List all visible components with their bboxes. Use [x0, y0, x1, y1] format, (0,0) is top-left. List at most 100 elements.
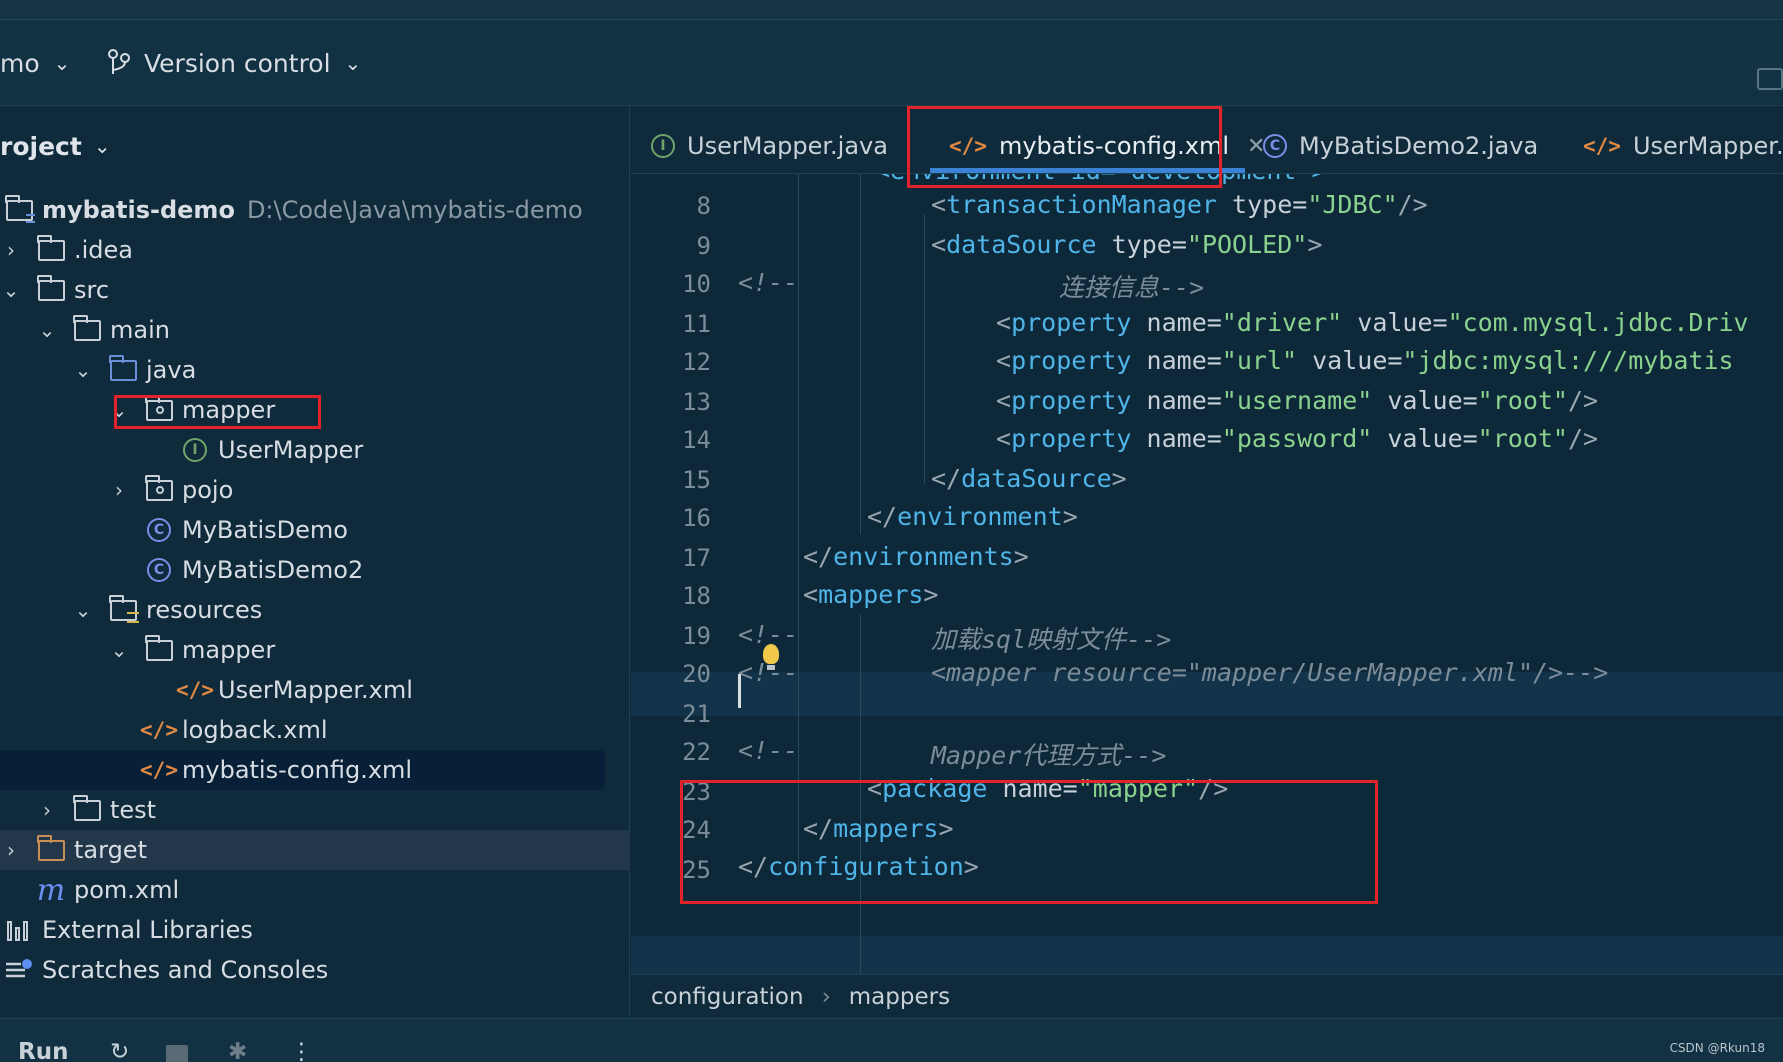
folder-icon [72, 314, 102, 343]
project-tree: mybatis-demo D:\Code\Java\mybatis-demo ›… [0, 190, 630, 990]
code-line-20-comment: <mapper resource="mapper/UserMapper.xml"… [931, 658, 1609, 687]
tree-item-java[interactable]: ⌄ java [0, 350, 630, 390]
tab-label: UserMapper.xn [1632, 132, 1783, 160]
class-icon: C [144, 557, 174, 583]
line-number: 20 [682, 660, 711, 688]
tree-item-src[interactable]: ⌄ src [0, 270, 630, 310]
chevron-right-icon[interactable]: › [0, 238, 22, 262]
chevron-down-icon[interactable]: ⌄ [108, 638, 130, 662]
tree-item-usermapper-xml[interactable]: </> UserMapper.xml [0, 670, 630, 710]
debug-icon[interactable]: ✱ [228, 1039, 247, 1062]
line-number: 8 [696, 192, 711, 220]
tab-label: UserMapper.java [687, 132, 888, 160]
tree-item-mybatis-config-xml[interactable]: </> mybatis-config.xml [0, 750, 605, 790]
tree-item-resources[interactable]: ⌄ resources [0, 590, 630, 630]
folder-icon [72, 794, 102, 823]
folder-icon [144, 634, 174, 663]
code-line-10-comment: 连接信息--> [1059, 273, 1205, 302]
tree-item-label: UserMapper [218, 436, 364, 464]
code-line-11: <property name="driver" value="com.mysql… [996, 308, 1749, 337]
tree-item-label: mybatis-config.xml [182, 756, 413, 784]
tree-item-label: main [110, 316, 170, 344]
tree-item-mybatisdemo2[interactable]: C MyBatisDemo2 [0, 550, 630, 590]
chevron-down-icon[interactable]: ⌄ [0, 278, 22, 302]
run-tab[interactable]: Run [18, 1039, 68, 1062]
current-line-highlight [631, 936, 1783, 974]
code-line-15: </dataSource> [931, 464, 1127, 493]
chevron-down-icon: ⌄ [344, 51, 362, 75]
line-number: 9 [696, 232, 711, 260]
chevron-right-icon[interactable]: › [108, 478, 130, 502]
tree-item-mybatisdemo[interactable]: C MyBatisDemo [0, 510, 630, 550]
indent-guide [860, 174, 861, 534]
chevron-down-icon[interactable]: ⌄ [36, 318, 58, 342]
tree-item-logback-xml[interactable]: </> logback.xml [0, 710, 630, 750]
project-panel-title: roject [0, 131, 82, 161]
tree-item-scratches[interactable]: Scratches and Consoles [0, 950, 630, 990]
tab-mybatisdemo2-java[interactable]: C MyBatisDemo2.java [1263, 126, 1538, 166]
line-number: 17 [682, 544, 711, 572]
code-line-13: <property name="username" value="root"/> [996, 386, 1599, 415]
breadcrumb-item[interactable]: configuration [651, 984, 804, 1010]
tree-item-usermapper[interactable]: I UserMapper [0, 430, 630, 470]
xml-icon: </> [140, 718, 178, 742]
project-selector[interactable]: mo ⌄ [0, 20, 70, 106]
chevron-right-icon[interactable]: › [0, 838, 22, 862]
chevron-down-icon[interactable]: ⌄ [72, 358, 94, 382]
tree-item-idea[interactable]: › .idea [0, 230, 630, 270]
tree-item-label: Scratches and Consoles [42, 956, 329, 984]
folder-icon [36, 234, 66, 263]
tree-item-label: MyBatisDemo [182, 516, 348, 544]
tree-item-label: test [110, 796, 157, 824]
line-number: 15 [682, 466, 711, 494]
code-line-14: <property name="password" value="root"/> [996, 424, 1599, 453]
version-control-menu[interactable]: Version control ⌄ [106, 20, 361, 106]
chevron-right-icon[interactable]: › [36, 798, 58, 822]
line-number: 21 [682, 700, 711, 728]
layout-icon[interactable] [1757, 68, 1783, 90]
line-number: 10 [682, 270, 711, 298]
tree-item-label: .idea [74, 236, 134, 264]
rerun-icon[interactable]: ↻ [110, 1039, 129, 1062]
branch-icon [108, 49, 130, 74]
main-toolbar: mo ⌄ Version control ⌄ [0, 20, 1783, 106]
tree-item-pom-xml[interactable]: m pom.xml [0, 870, 630, 910]
breadcrumb-item[interactable]: mappers [849, 984, 950, 1010]
tree-item-pojo[interactable]: › pojo [0, 470, 630, 510]
excluded-folder-icon [36, 834, 66, 863]
code-line-22-comment: Mapper代理方式--> [931, 741, 1167, 770]
source-folder-icon [108, 354, 138, 383]
tab-label: MyBatisDemo2.java [1299, 132, 1539, 160]
code-line-12: <property name="url" value="jdbc:mysql:/… [996, 346, 1734, 375]
tree-item-external-libraries[interactable]: External Libraries [0, 910, 630, 950]
code-line-17: </environments> [803, 542, 1029, 571]
xml-icon: </> [1583, 134, 1621, 158]
class-icon: C [144, 517, 174, 543]
line-number: 18 [682, 582, 711, 610]
line-number: 13 [682, 388, 711, 416]
project-panel-header[interactable]: roject ⌄ [0, 126, 111, 166]
library-icon [4, 917, 34, 943]
intention-bulb-icon[interactable] [763, 644, 779, 670]
more-icon[interactable]: ⋮ [290, 1039, 313, 1062]
stop-icon[interactable] [166, 1045, 188, 1062]
tree-item-label: java [146, 356, 197, 384]
tree-item-target[interactable]: › target [0, 830, 630, 870]
chevron-down-icon[interactable]: ⌄ [72, 598, 94, 622]
chevron-down-icon: ⌄ [93, 134, 111, 158]
tree-item-root[interactable]: mybatis-demo D:\Code\Java\mybatis-demo [0, 190, 630, 230]
tree-item-main[interactable]: ⌄ main [0, 310, 630, 350]
xml-icon: </> [140, 758, 178, 782]
annotation-box-tab [907, 106, 1222, 188]
interface-icon: I [651, 134, 675, 158]
tree-item-mapper-resources[interactable]: ⌄ mapper [0, 630, 630, 670]
annotation-box-package [680, 780, 1378, 904]
tree-item-label: resources [146, 596, 263, 624]
title-bar-strip [0, 0, 1783, 20]
tab-usermapper-java[interactable]: I UserMapper.java [651, 126, 888, 166]
project-folder-icon [4, 194, 35, 223]
tab-usermapper-xml[interactable]: </> UserMapper.xn [1583, 126, 1783, 166]
code-line-22: <!-- [738, 736, 799, 765]
tree-item-root-label: mybatis-demo [42, 196, 235, 224]
tree-item-test[interactable]: › test [0, 790, 630, 830]
